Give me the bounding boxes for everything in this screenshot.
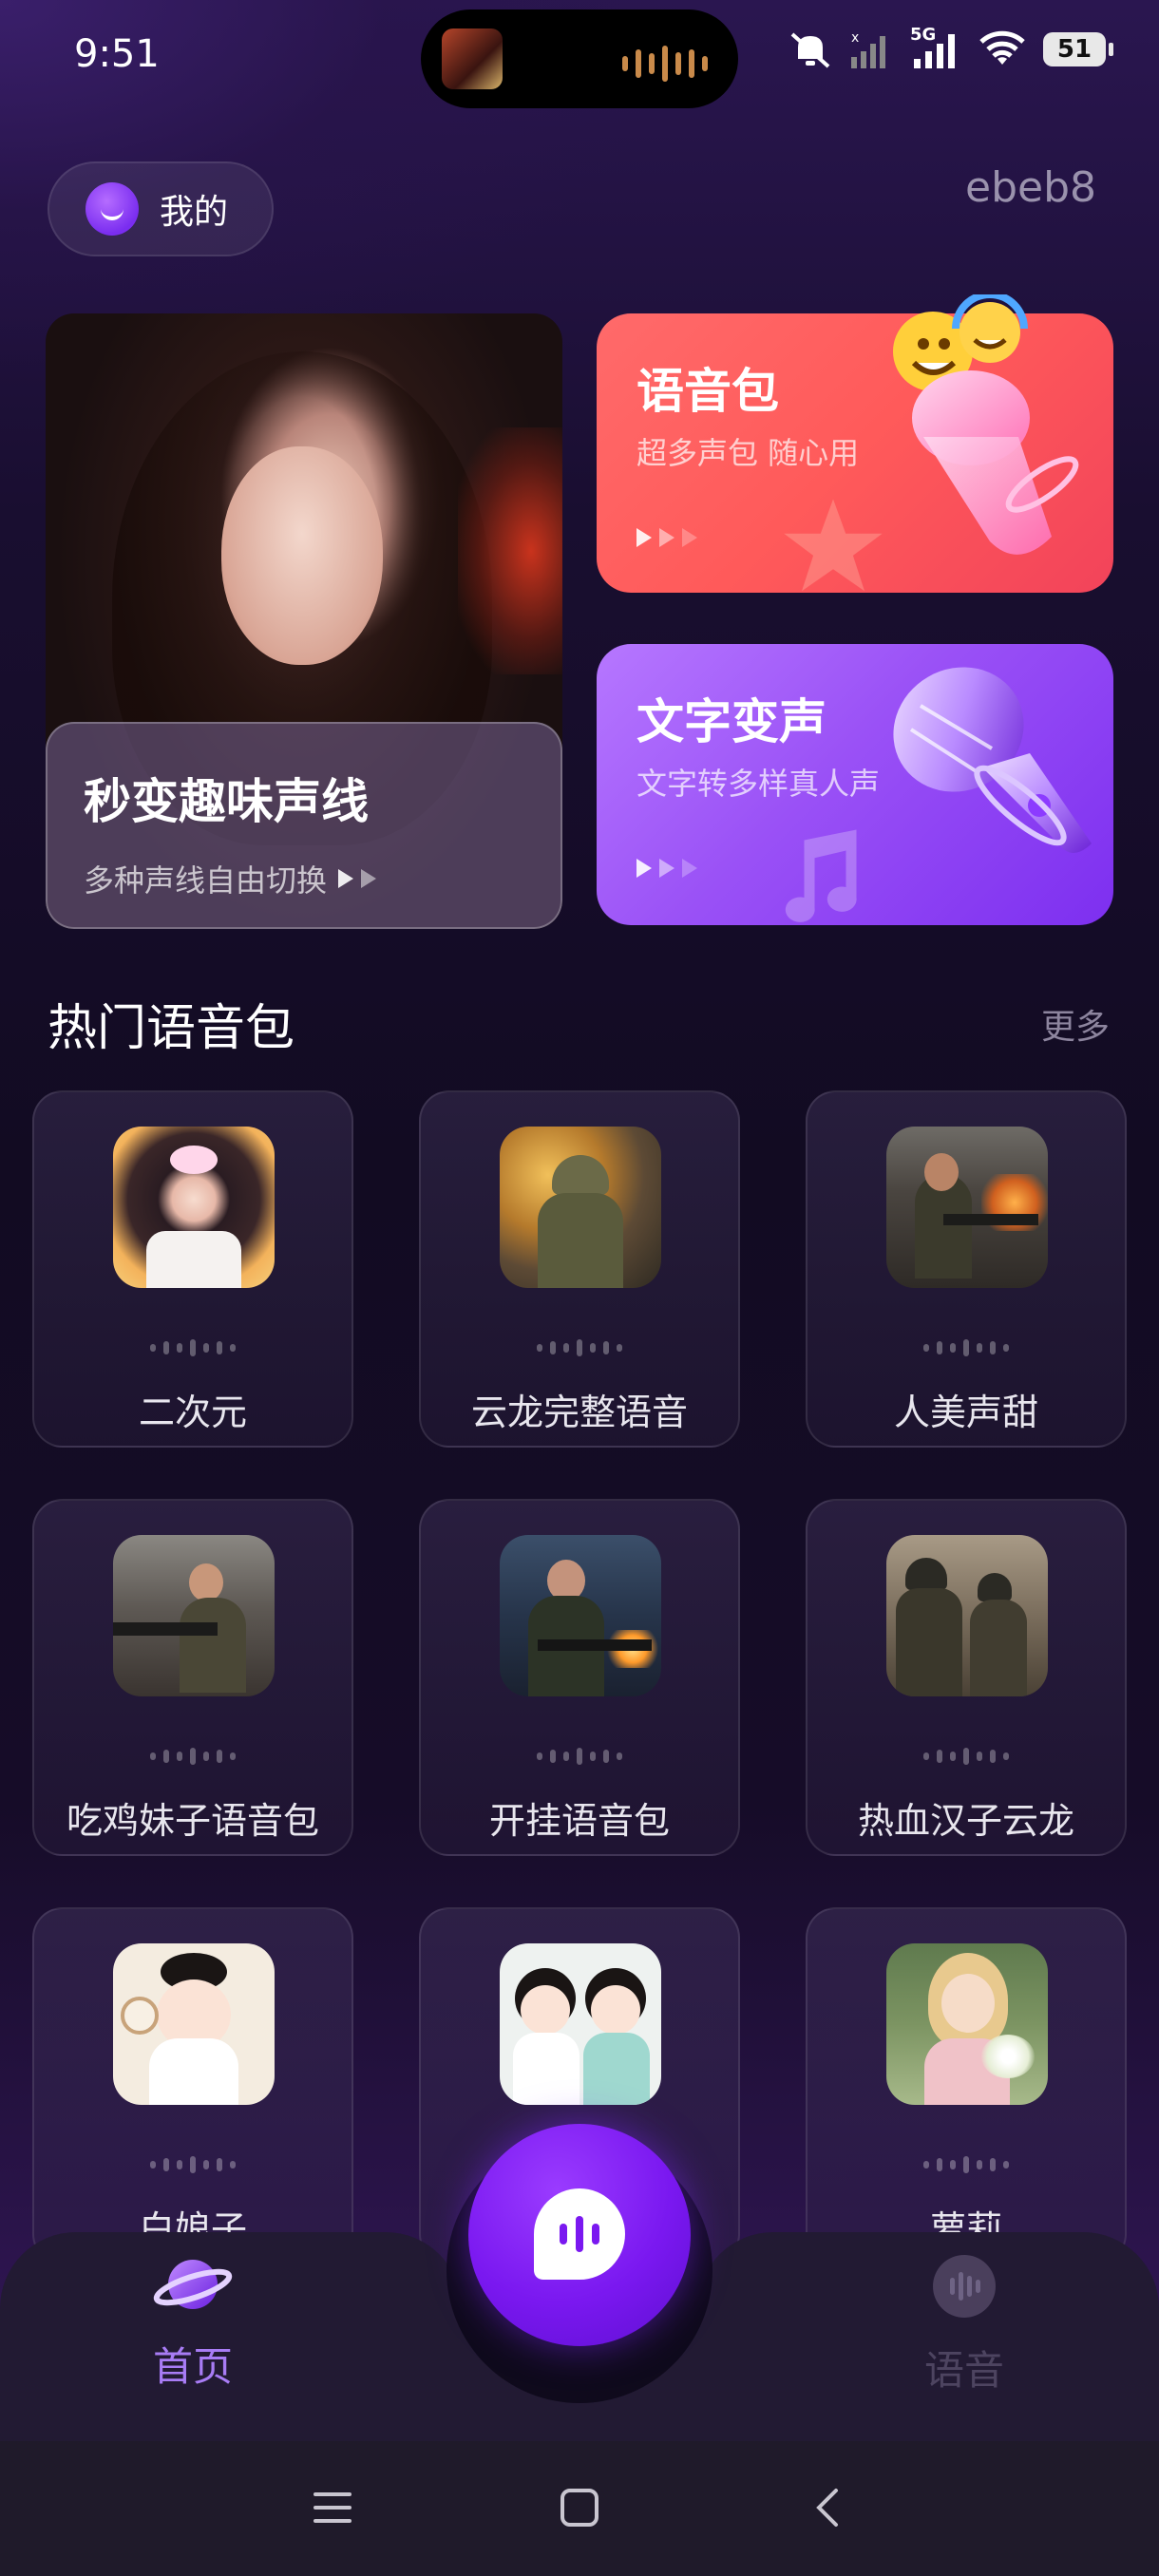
blonde-girl-thumbnail	[886, 1943, 1048, 2105]
signal-off-icon: x	[851, 30, 885, 68]
audio-wave-icon	[421, 1339, 738, 1356]
audio-wave-icon	[808, 2156, 1125, 2173]
smile-avatar-icon	[86, 182, 139, 236]
voice-pack-name: 吃鸡妹子语音包	[66, 1800, 319, 1842]
audio-wave-icon	[34, 1748, 352, 1765]
star-decoration-icon	[784, 499, 883, 592]
voice-pack-card[interactable]: 语音包 超多声包 随心用	[597, 294, 1113, 593]
voice-bubble-icon	[933, 2255, 996, 2318]
audio-wave-icon	[808, 1339, 1125, 1356]
soldier-thumbnail	[500, 1127, 661, 1288]
audio-wave-icon	[421, 1748, 738, 1765]
chat-bubble-icon	[534, 2188, 625, 2280]
voice-change-title: 秒变趣味声线	[84, 774, 369, 829]
back-icon[interactable]	[800, 2479, 857, 2536]
voice-pack-title: 语音包	[636, 364, 779, 419]
chibi-pair-thumbnail	[500, 1943, 661, 2105]
voice-pack-name: 开挂语音包	[488, 1800, 670, 1842]
wifi-icon	[979, 30, 1025, 65]
battery-indicator: 51	[1043, 32, 1113, 66]
voice-pack-name: 人美声甜	[893, 1392, 1038, 1433]
portrait-face	[221, 446, 383, 665]
voice-pack-tile[interactable]: 开挂语音包	[419, 1499, 740, 1856]
portrait-hair-highlight	[458, 427, 562, 674]
anime-girl-thumbnail	[113, 1127, 275, 1288]
text-to-voice-card[interactable]: 文字变声 文字转多样真人声	[597, 644, 1113, 925]
audio-wave-icon	[622, 46, 708, 82]
voice-change-subtitle: 多种声线自由切换	[84, 862, 328, 899]
status-bar: 9:51 x 5G 51	[0, 0, 1159, 114]
voice-pack-tile[interactable]: 云龙完整语音	[419, 1090, 740, 1448]
play-arrows-icon	[636, 528, 697, 547]
voice-pack-tile[interactable]: 热血汉子云龙	[806, 1499, 1127, 1856]
svg-text:x: x	[851, 30, 859, 46]
user-id: ebeb8	[965, 163, 1096, 212]
voice-change-card[interactable]: 秒变趣味声线 多种声线自由切换	[46, 313, 562, 929]
tab-voice-label: 语音	[923, 2347, 1004, 2394]
menu-icon[interactable]	[304, 2479, 361, 2536]
voice-pack-tile[interactable]: 人美声甜	[806, 1090, 1127, 1448]
voice-pack-tile[interactable]: 吃鸡妹子语音包	[32, 1499, 353, 1856]
play-arrows-icon	[338, 869, 377, 888]
audio-wave-icon	[34, 1339, 352, 1356]
music-note-icon	[785, 829, 857, 922]
now-playing-thumbnail	[442, 28, 503, 89]
voice-pack-tile[interactable]: 二次元	[32, 1090, 353, 1448]
voice-pack-name: 热血汉子云龙	[857, 1800, 1074, 1842]
voice-change-subtitle-row: 多种声线自由切换	[84, 857, 524, 900]
text-to-voice-subtitle: 文字转多样真人声	[636, 766, 881, 802]
voice-record-button[interactable]	[468, 2124, 691, 2346]
voice-pack-name: 二次元	[138, 1392, 247, 1433]
female-soldier-thumbnail	[500, 1535, 661, 1696]
female-soldier-thumbnail	[113, 1535, 275, 1696]
voice-pack-name: 云龙完整语音	[470, 1392, 688, 1433]
section-title: 热门语音包	[48, 1000, 295, 1057]
voice-pack-tile[interactable]: 白娘子	[32, 1907, 353, 2264]
mute-icon	[790, 32, 830, 68]
soldier-squad-thumbnail	[886, 1535, 1048, 1696]
dynamic-island[interactable]	[421, 9, 738, 108]
mine-label: 我的	[160, 193, 229, 232]
status-icons: x 5G 51	[788, 25, 1113, 70]
voice-pack-subtitle: 超多声包 随心用	[636, 435, 860, 471]
planet-icon	[153, 2260, 233, 2309]
status-time: 9:51	[74, 32, 160, 76]
tab-home[interactable]: 首页	[112, 2251, 274, 2393]
tab-home-label: 首页	[152, 2343, 233, 2390]
tab-voice[interactable]: 语音	[884, 2251, 1045, 2396]
chibi-girl-thumbnail	[113, 1943, 275, 2105]
system-nav-bar	[0, 2441, 1159, 2576]
purple-microphone-icon	[893, 667, 1092, 853]
home-icon[interactable]	[551, 2479, 608, 2536]
voice-change-panel: 秒变趣味声线 多种声线自由切换	[46, 722, 562, 929]
voice-bars-icon	[534, 2188, 625, 2280]
pink-microphone-icon	[893, 294, 1079, 555]
mine-button[interactable]: 我的	[48, 161, 274, 256]
female-soldier-thumbnail	[886, 1127, 1048, 1288]
play-arrows-icon	[636, 859, 697, 878]
more-link[interactable]: 更多	[1041, 999, 1110, 1049]
text-to-voice-title: 文字变声	[636, 694, 826, 749]
audio-wave-icon	[34, 2156, 352, 2173]
signal-5g-icon: 5G	[910, 25, 961, 70]
audio-wave-icon	[808, 1748, 1125, 1765]
voice-pack-tile[interactable]: 萝莉	[806, 1907, 1127, 2264]
